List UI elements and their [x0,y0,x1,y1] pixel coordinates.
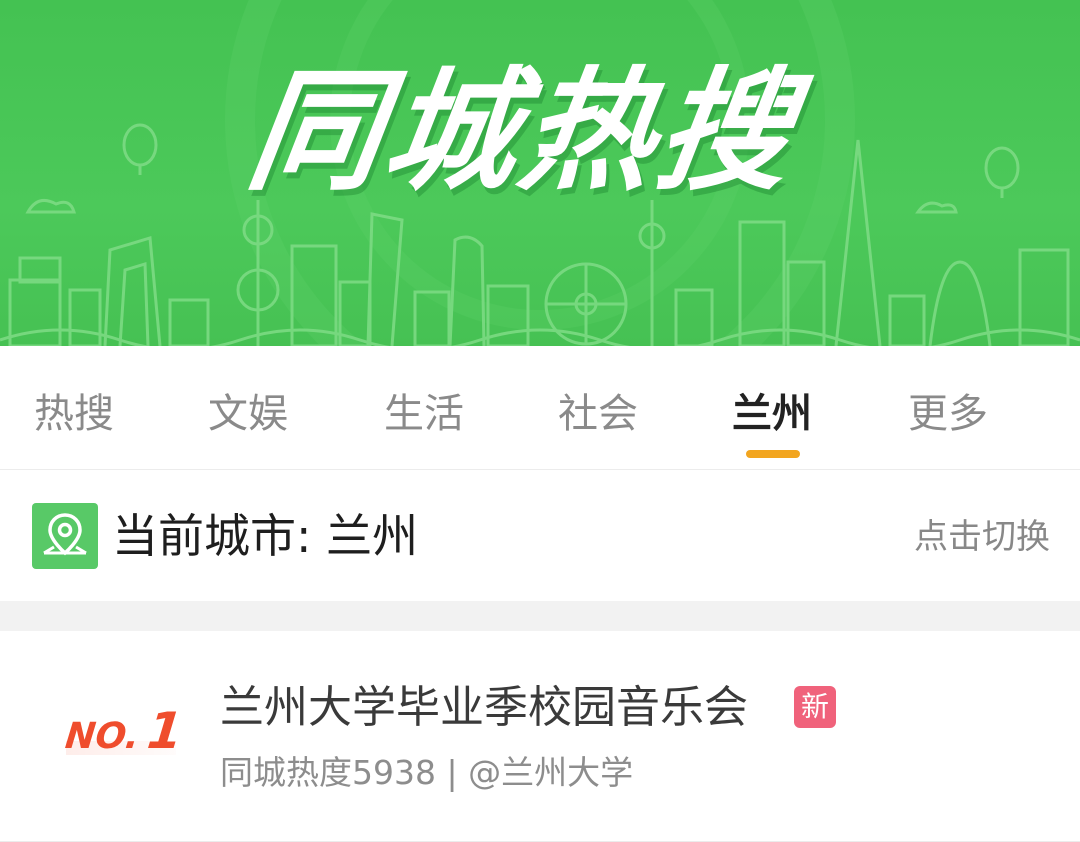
tab-hot-search[interactable]: 热搜 [34,384,114,444]
tab-life[interactable]: 生活 [384,384,464,444]
location-pin-icon [32,503,98,569]
section-divider [0,601,1080,631]
hot-search-banner: 同城热搜 [0,0,1080,346]
active-tab-indicator [746,450,800,458]
page: 同城热搜 热搜 文娱 生活 社会 兰州 更多 当前城市: 兰州 点击切换 NO.… [0,0,1080,842]
rank-badge: NO.1 [63,701,186,761]
hot-list-item[interactable]: NO.1 兰州大学毕业季校园音乐会 新 同城热度5938 | @兰州大学 [0,631,1080,842]
hot-item-title[interactable]: 兰州大学毕业季校园音乐会 [220,677,748,739]
tab-entertainment[interactable]: 文娱 [208,384,288,444]
switch-city-link[interactable]: 点击切换 [914,515,1050,559]
banner-title: 同城热搜 [239,55,805,209]
tab-more[interactable]: 更多 [908,384,988,444]
current-city-label: 当前城市: 兰州 [112,509,419,563]
rank-number: 1 [144,702,186,760]
current-city-bar: 当前城市: 兰州 点击切换 [0,471,1080,601]
hot-item-meta: 同城热度5938 | @兰州大学 [220,753,634,792]
tab-lanzhou[interactable]: 兰州 [732,384,812,444]
rank-prefix: NO. [63,716,142,757]
category-tabs: 热搜 文娱 生活 社会 兰州 更多 [0,346,1080,470]
tab-society[interactable]: 社会 [558,384,638,444]
new-badge: 新 [794,686,836,728]
